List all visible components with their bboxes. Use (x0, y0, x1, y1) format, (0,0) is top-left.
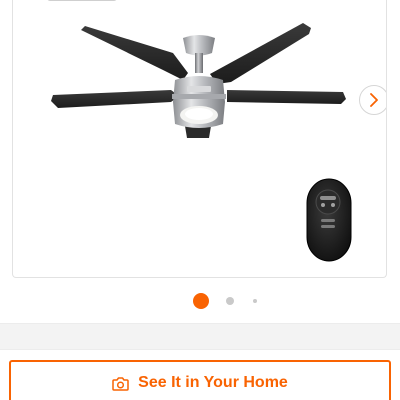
carousel-indicators (0, 291, 400, 311)
product-page: See It in Your Home (0, 0, 400, 400)
fan-canopy (183, 35, 215, 73)
see-it-in-your-home-button[interactable]: See It in Your Home (9, 360, 391, 400)
carousel-dot[interactable] (226, 297, 234, 305)
camera-icon (112, 376, 129, 391)
see-it-in-your-home-label: See It in Your Home (138, 374, 288, 391)
fan-light-kit (173, 102, 225, 128)
carousel-dot-active[interactable] (193, 293, 209, 309)
section-divider (0, 323, 400, 350)
fan-motor-housing (172, 76, 226, 105)
product-image-card[interactable] (12, 0, 387, 278)
product-image (51, 23, 352, 262)
chevron-right-icon (370, 93, 378, 107)
remote-control (306, 178, 352, 262)
carousel-dot[interactable] (253, 299, 257, 303)
next-image-button[interactable] (359, 85, 386, 115)
